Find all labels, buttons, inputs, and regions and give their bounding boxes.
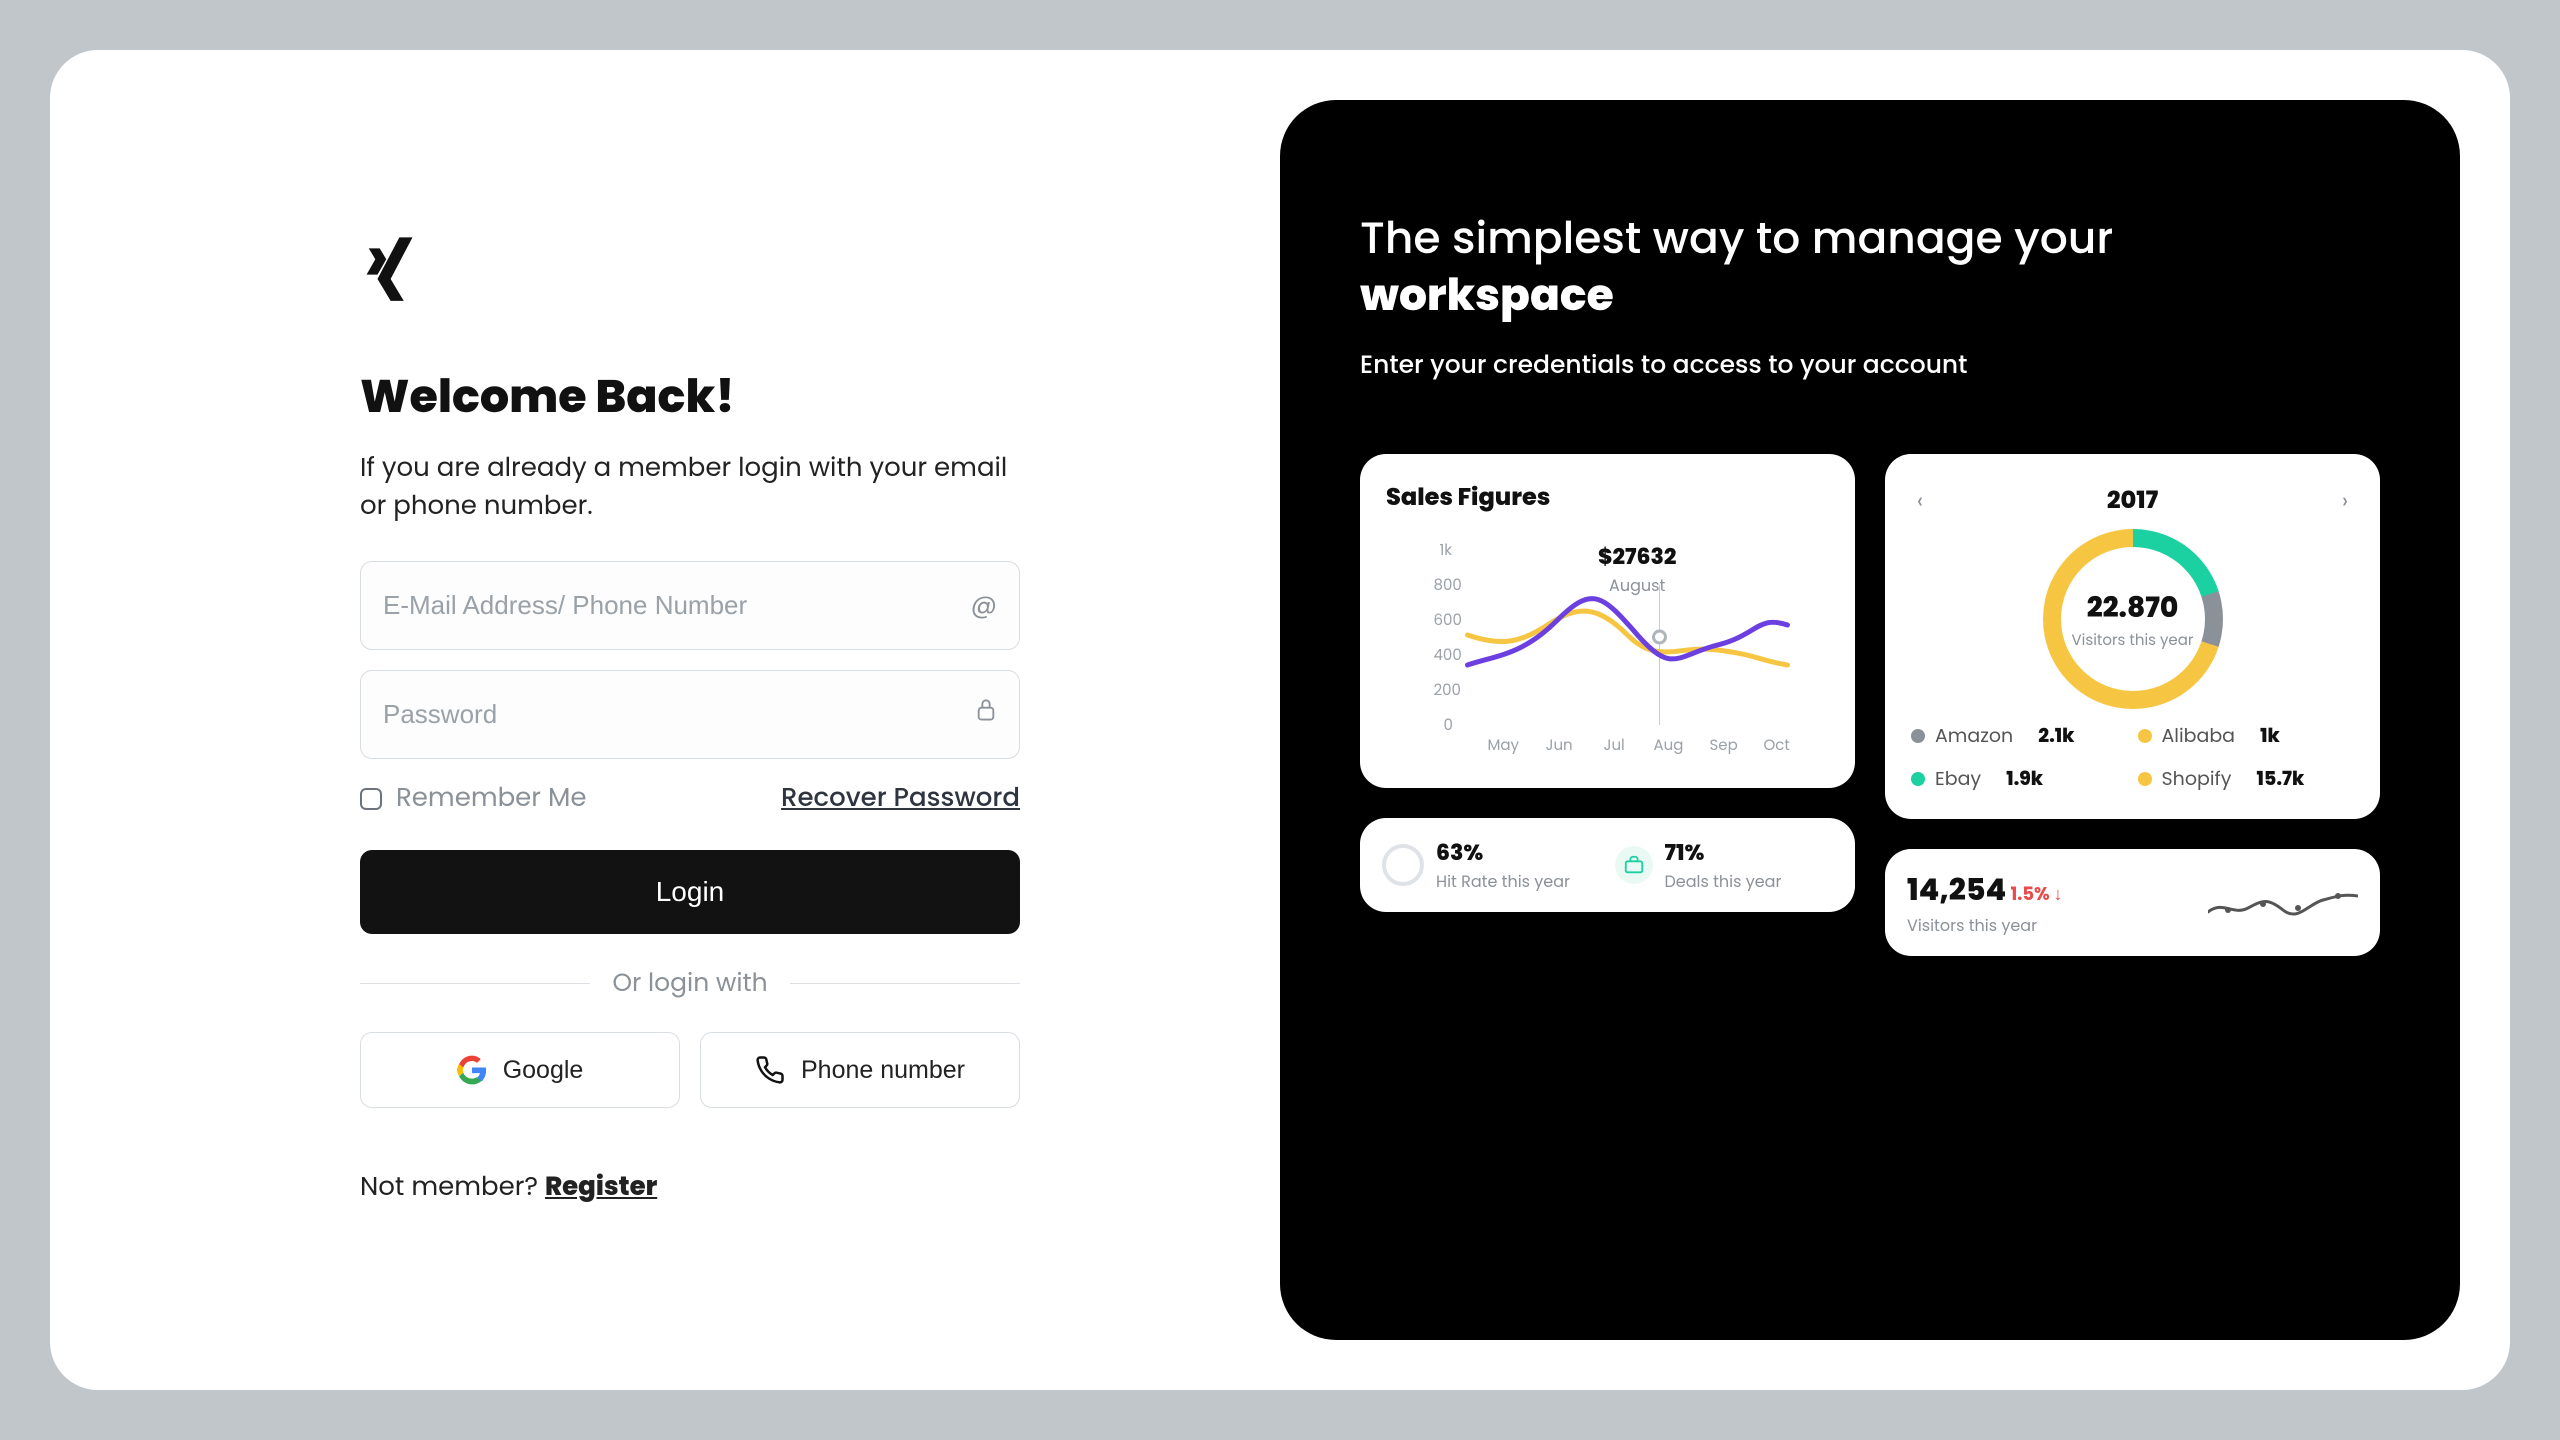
- hero-subtext: Enter your credentials to access to your…: [1360, 346, 2380, 384]
- svg-text:Jul: Jul: [1604, 735, 1625, 755]
- svg-text:200: 200: [1434, 680, 1461, 701]
- welcome-subtext: If you are already a member login with y…: [360, 450, 1020, 525]
- svg-text:800: 800: [1434, 575, 1462, 596]
- donut-legend: Amazon 2.1k Alibaba 1k Ebay 1.9k Shopify…: [1911, 721, 2354, 793]
- svg-text:May: May: [1488, 735, 1520, 755]
- briefcase-icon: [1615, 846, 1653, 884]
- register-prompt: Not member? Register: [360, 1168, 1020, 1207]
- visitors-label: Visitors this year: [1907, 914, 2037, 937]
- svg-text:Oct: Oct: [1764, 735, 1790, 755]
- remember-me-checkbox[interactable]: Remember Me: [360, 779, 586, 818]
- dashboard-preview: Sales Figures $27632 August 1k 800 600 4…: [1360, 454, 2380, 956]
- divider-text: Or login with: [612, 964, 767, 1002]
- recover-password-link[interactable]: Recover Password: [781, 779, 1020, 818]
- visitors-number: 14,254: [1907, 868, 2006, 911]
- sales-figures-title: Sales Figures: [1386, 480, 1829, 515]
- svg-text:400: 400: [1434, 645, 1462, 666]
- sales-figures-card: Sales Figures $27632 August 1k 800 600 4…: [1360, 454, 1855, 788]
- donut-chart: 22.870 Visitors this year: [2043, 529, 2223, 709]
- phone-login-button[interactable]: Phone number: [700, 1032, 1020, 1108]
- year-next-button[interactable]: ›: [2336, 480, 2354, 521]
- svg-text:Sep: Sep: [1710, 735, 1738, 755]
- year-prev-button[interactable]: ‹: [1911, 480, 1929, 521]
- divider: Or login with: [360, 964, 1020, 1002]
- email-field-wrapper: @: [360, 561, 1020, 650]
- login-panel: Welcome Back! If you are already a membe…: [100, 100, 1280, 1340]
- login-button[interactable]: Login: [360, 850, 1020, 934]
- google-icon: [457, 1055, 487, 1085]
- welcome-heading: Welcome Back!: [360, 363, 1020, 432]
- svg-text:600: 600: [1434, 610, 1462, 631]
- kpi-card: 63% Hit Rate this year 71% Deals this ye…: [1360, 818, 1855, 912]
- sales-tooltip: $27632 August: [1598, 540, 1676, 598]
- email-field[interactable]: [361, 562, 1019, 649]
- sparkline-chart: [2208, 880, 2358, 926]
- hero-tagline: The simplest way to manage your workspac…: [1360, 210, 2380, 324]
- hit-rate-label: Hit Rate this year: [1436, 869, 1570, 894]
- svg-text:1k: 1k: [1440, 540, 1453, 561]
- hero-panel: The simplest way to manage your workspac…: [1280, 100, 2460, 1340]
- year-label: 2017: [2107, 483, 2158, 518]
- phone-icon: [755, 1055, 785, 1085]
- gauge-icon: [1382, 844, 1424, 886]
- login-page: Welcome Back! If you are already a membe…: [50, 50, 2510, 1390]
- visitors-donut-card: ‹ 2017 › 22.870 Visitors this year: [1885, 454, 2380, 819]
- lock-icon: [975, 695, 997, 734]
- google-login-label: Google: [503, 1056, 584, 1085]
- hit-rate-value: 63%: [1436, 837, 1483, 868]
- svg-text:Jun: Jun: [1546, 735, 1573, 755]
- visitors-delta: 1.5% ↓: [2011, 882, 2063, 907]
- deals-value: 71%: [1665, 837, 1705, 868]
- register-link[interactable]: Register: [545, 1169, 657, 1205]
- donut-value: 22.870: [2087, 587, 2179, 629]
- donut-label: Visitors this year: [2072, 629, 2194, 652]
- svg-text:0: 0: [1444, 715, 1453, 736]
- at-icon: @: [971, 586, 997, 625]
- deals-label: Deals this year: [1665, 869, 1782, 894]
- password-field[interactable]: [361, 671, 1019, 758]
- password-field-wrapper: [360, 670, 1020, 759]
- phone-login-label: Phone number: [801, 1056, 965, 1085]
- visitors-spark-card: 14,254 1.5% ↓ Visitors this year: [1885, 849, 2380, 956]
- brand-logo: [360, 233, 430, 303]
- google-login-button[interactable]: Google: [360, 1032, 680, 1108]
- svg-text:Aug: Aug: [1654, 735, 1684, 755]
- remember-me-label: Remember Me: [396, 779, 586, 818]
